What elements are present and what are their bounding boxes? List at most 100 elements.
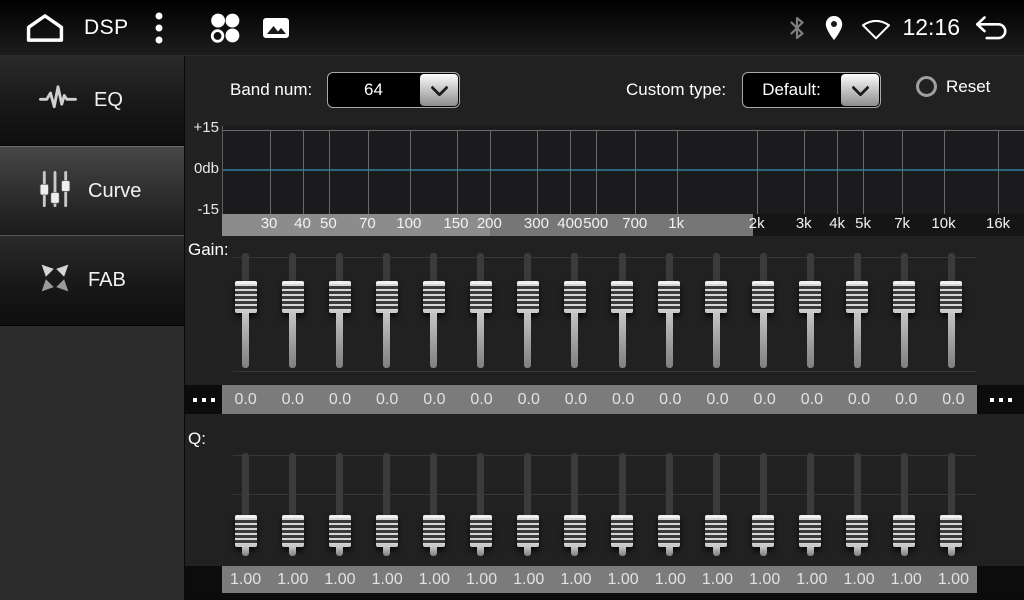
- slider-track-top[interactable]: [807, 453, 814, 515]
- slider-thumb[interactable]: [658, 515, 680, 547]
- slider-track-bottom[interactable]: [619, 313, 626, 368]
- q-slider[interactable]: [693, 450, 740, 563]
- slider-track-bottom[interactable]: [477, 547, 484, 556]
- slider-thumb[interactable]: [376, 515, 398, 547]
- slider-track-top[interactable]: [948, 253, 955, 281]
- gain-slider[interactable]: [504, 250, 551, 378]
- slider-track-top[interactable]: [901, 253, 908, 281]
- slider-thumb[interactable]: [799, 515, 821, 547]
- chevron-down-icon[interactable]: [841, 74, 879, 106]
- slider-thumb[interactable]: [705, 515, 727, 547]
- slider-track-top[interactable]: [619, 253, 626, 281]
- q-slider[interactable]: [457, 450, 504, 563]
- slider-track-top[interactable]: [477, 453, 484, 515]
- slider-track-bottom[interactable]: [854, 547, 861, 556]
- reset-control[interactable]: Reset: [916, 76, 990, 97]
- slider-track-top[interactable]: [760, 453, 767, 515]
- slider-track-top[interactable]: [619, 453, 626, 515]
- slider-thumb[interactable]: [470, 281, 492, 313]
- slider-thumb[interactable]: [893, 515, 915, 547]
- slider-track-bottom[interactable]: [666, 313, 673, 368]
- slider-track-top[interactable]: [477, 253, 484, 281]
- slider-thumb[interactable]: [752, 281, 774, 313]
- slider-track-top[interactable]: [383, 253, 390, 281]
- slider-track-bottom[interactable]: [854, 313, 861, 368]
- slider-track-bottom[interactable]: [430, 547, 437, 556]
- slider-thumb[interactable]: [846, 281, 868, 313]
- slider-track-bottom[interactable]: [336, 547, 343, 556]
- chevron-down-icon[interactable]: [420, 74, 458, 106]
- slider-track-top[interactable]: [713, 253, 720, 281]
- sidebar-item-fab[interactable]: FAB: [0, 236, 184, 326]
- band-num-dropdown[interactable]: 64: [327, 72, 460, 108]
- slider-thumb[interactable]: [423, 515, 445, 547]
- custom-type-dropdown[interactable]: Default:: [742, 72, 881, 108]
- q-slider[interactable]: [363, 450, 410, 563]
- slider-thumb[interactable]: [752, 515, 774, 547]
- slider-thumb[interactable]: [940, 515, 962, 547]
- slider-track-top[interactable]: [854, 253, 861, 281]
- slider-thumb[interactable]: [282, 281, 304, 313]
- slider-track-bottom[interactable]: [571, 313, 578, 368]
- slider-thumb[interactable]: [893, 281, 915, 313]
- slider-track-bottom[interactable]: [289, 313, 296, 368]
- slider-track-top[interactable]: [524, 253, 531, 281]
- gain-more-left-button[interactable]: [185, 385, 222, 414]
- slider-track-bottom[interactable]: [383, 313, 390, 368]
- slider-track-bottom[interactable]: [901, 547, 908, 556]
- gain-slider[interactable]: [457, 250, 504, 378]
- gain-slider[interactable]: [834, 250, 881, 378]
- gain-slider[interactable]: [693, 250, 740, 378]
- slider-thumb[interactable]: [564, 281, 586, 313]
- q-slider[interactable]: [222, 450, 269, 563]
- slider-thumb[interactable]: [611, 281, 633, 313]
- q-slider[interactable]: [551, 450, 598, 563]
- slider-track-bottom[interactable]: [807, 313, 814, 368]
- q-slider[interactable]: [269, 450, 316, 563]
- sidebar-item-eq[interactable]: EQ: [0, 56, 184, 146]
- slider-track-top[interactable]: [666, 253, 673, 281]
- q-slider[interactable]: [834, 450, 881, 563]
- slider-thumb[interactable]: [705, 281, 727, 313]
- q-slider[interactable]: [928, 450, 975, 563]
- slider-thumb[interactable]: [329, 515, 351, 547]
- slider-track-bottom[interactable]: [289, 547, 296, 556]
- slider-track-top[interactable]: [948, 453, 955, 515]
- gain-slider[interactable]: [316, 250, 363, 378]
- gain-slider[interactable]: [928, 250, 975, 378]
- slider-track-bottom[interactable]: [524, 313, 531, 368]
- slider-track-bottom[interactable]: [524, 547, 531, 556]
- slider-track-top[interactable]: [430, 253, 437, 281]
- gain-slider[interactable]: [363, 250, 410, 378]
- slider-track-top[interactable]: [713, 453, 720, 515]
- slider-thumb[interactable]: [470, 515, 492, 547]
- gain-slider[interactable]: [410, 250, 457, 378]
- slider-thumb[interactable]: [564, 515, 586, 547]
- gain-slider[interactable]: [599, 250, 646, 378]
- slider-track-bottom[interactable]: [571, 547, 578, 556]
- slider-track-bottom[interactable]: [477, 313, 484, 368]
- q-slider[interactable]: [504, 450, 551, 563]
- slider-track-top[interactable]: [383, 453, 390, 515]
- slider-track-top[interactable]: [760, 253, 767, 281]
- gain-more-right-button[interactable]: [977, 385, 1024, 414]
- slider-track-top[interactable]: [289, 453, 296, 515]
- gain-slider[interactable]: [646, 250, 693, 378]
- back-icon[interactable]: [974, 0, 1010, 56]
- slider-thumb[interactable]: [235, 515, 257, 547]
- slider-track-top[interactable]: [854, 453, 861, 515]
- slider-thumb[interactable]: [517, 515, 539, 547]
- slider-track-top[interactable]: [807, 253, 814, 281]
- slider-track-bottom[interactable]: [619, 547, 626, 556]
- slider-track-bottom[interactable]: [336, 313, 343, 368]
- slider-track-bottom[interactable]: [430, 313, 437, 368]
- slider-thumb[interactable]: [611, 515, 633, 547]
- q-slider[interactable]: [599, 450, 646, 563]
- slider-track-top[interactable]: [242, 453, 249, 515]
- slider-thumb[interactable]: [423, 281, 445, 313]
- slider-track-top[interactable]: [336, 253, 343, 281]
- slider-track-top[interactable]: [242, 253, 249, 281]
- reset-radio[interactable]: [916, 76, 937, 97]
- eq-curve-graph[interactable]: [222, 126, 1024, 214]
- slider-track-top[interactable]: [430, 453, 437, 515]
